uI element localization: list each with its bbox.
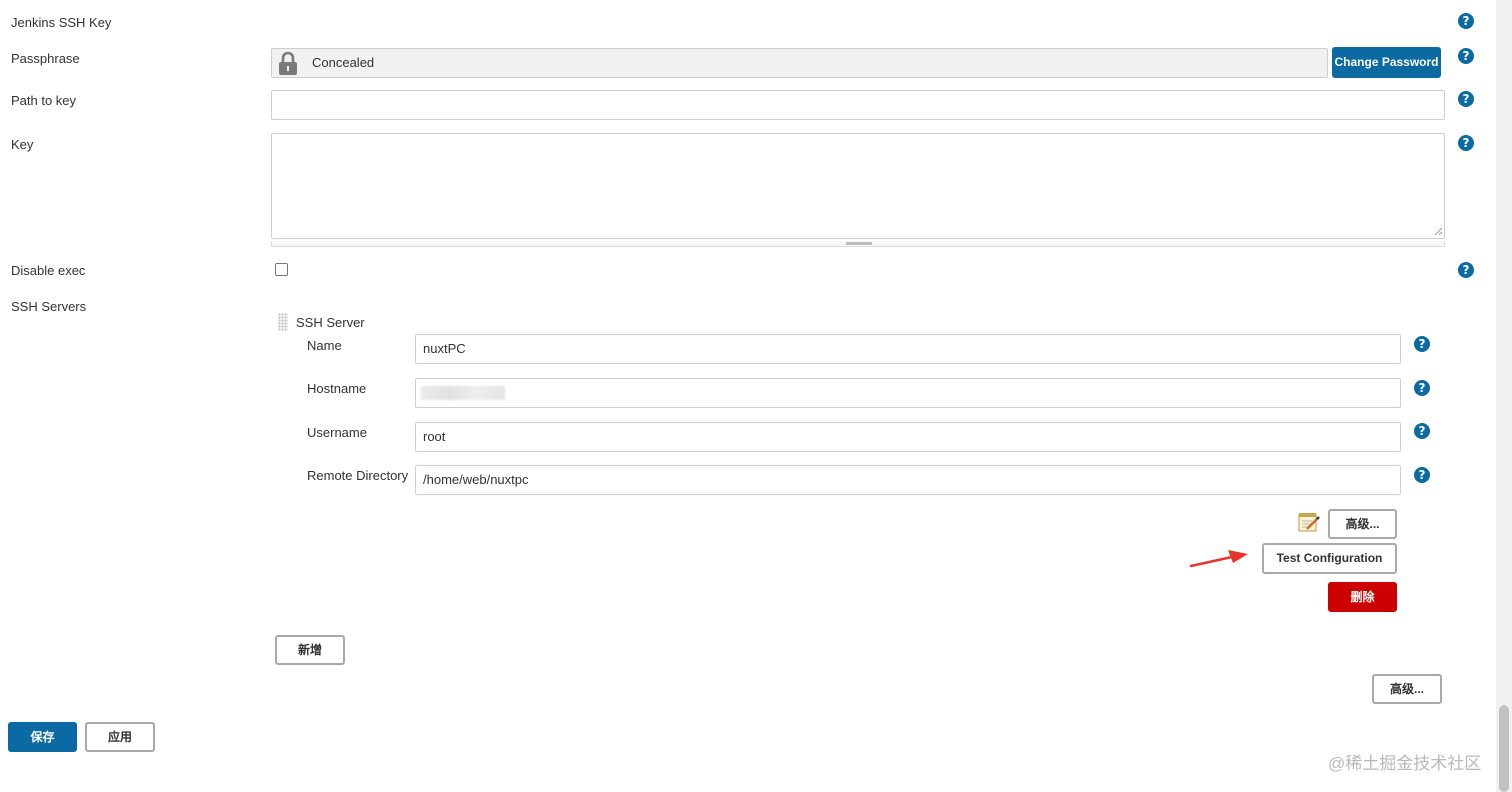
name-label: Name <box>307 338 342 353</box>
key-expand-bar[interactable] <box>271 241 1445 247</box>
path-to-key-label: Path to key <box>11 93 77 108</box>
key-textarea[interactable] <box>271 133 1445 239</box>
server-advanced-button[interactable]: 高级... <box>1328 509 1397 539</box>
watermark-text: @稀土掘金技术社区 <box>1328 754 1482 773</box>
passphrase-label: Passphrase <box>11 51 80 66</box>
passphrase-field[interactable]: Concealed <box>271 48 1328 78</box>
passphrase-value: Concealed <box>312 55 375 70</box>
name-input[interactable]: nuxtPC <box>415 334 1401 364</box>
key-help-icon[interactable]: ? <box>1458 135 1474 151</box>
ssh-servers-label: SSH Servers <box>11 299 87 314</box>
apply-button[interactable]: 应用 <box>85 722 155 752</box>
change-password-button[interactable]: Change Password <box>1332 47 1441 78</box>
username-label: Username <box>307 425 367 440</box>
add-server-button[interactable]: 新增 <box>275 635 345 665</box>
disable-exec-help-icon[interactable]: ? <box>1458 262 1474 278</box>
lock-icon <box>279 51 297 75</box>
scrollbar-thumb[interactable] <box>1499 705 1509 792</box>
username-input[interactable]: root <box>415 422 1401 452</box>
remote-directory-help-icon[interactable]: ? <box>1414 467 1430 483</box>
drag-handle-icon[interactable] <box>278 313 288 331</box>
annotation-arrow-icon <box>1189 550 1248 568</box>
hostname-redacted <box>421 386 505 400</box>
delete-server-button[interactable]: 删除 <box>1328 582 1397 612</box>
hostname-input[interactable] <box>415 378 1401 408</box>
passphrase-help-icon[interactable]: ? <box>1458 48 1474 64</box>
expand-handle <box>846 242 872 245</box>
advanced-button[interactable]: 高级... <box>1372 674 1442 704</box>
vertical-scrollbar[interactable] <box>1496 0 1512 792</box>
resize-grip-icon[interactable] <box>1434 227 1443 236</box>
ssh-server-title: SSH Server <box>296 315 365 330</box>
hostname-help-icon[interactable]: ? <box>1414 380 1430 396</box>
remote-directory-input[interactable]: /home/web/nuxtpc <box>415 465 1401 495</box>
path-to-key-help-icon[interactable]: ? <box>1458 91 1474 107</box>
save-button[interactable]: 保存 <box>8 722 77 752</box>
path-to-key-input[interactable] <box>271 90 1445 120</box>
hostname-label: Hostname <box>307 381 367 396</box>
disable-exec-checkbox[interactable] <box>275 263 288 276</box>
remote-directory-label: Remote Directory <box>307 468 409 483</box>
disable-exec-label: Disable exec <box>11 263 86 278</box>
name-help-icon[interactable]: ? <box>1414 336 1430 352</box>
username-help-icon[interactable]: ? <box>1414 423 1430 439</box>
jenkins-ssh-key-label: Jenkins SSH Key <box>11 15 112 30</box>
jenkins-ssh-key-help-icon[interactable]: ? <box>1458 13 1474 29</box>
test-configuration-button[interactable]: Test Configuration <box>1262 543 1397 574</box>
key-label: Key <box>11 137 34 152</box>
notepad-icon[interactable] <box>1297 511 1321 533</box>
